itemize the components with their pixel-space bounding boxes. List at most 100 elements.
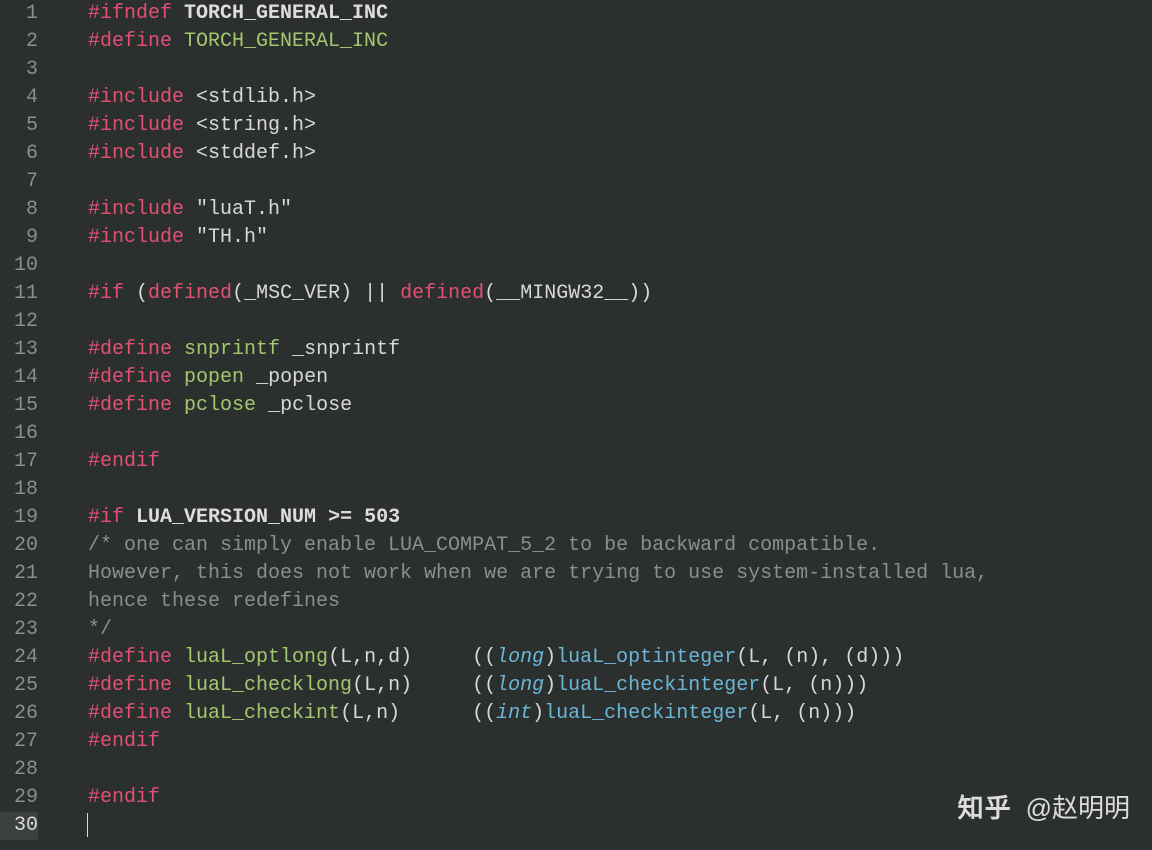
code-line[interactable]: #define popen _popen bbox=[88, 364, 1152, 392]
line-number-gutter: 1234567891011121314151617181920212223242… bbox=[0, 0, 48, 850]
code-token bbox=[388, 282, 400, 305]
line-number: 11 bbox=[0, 280, 38, 308]
code-line[interactable]: #define luaL_checklong(L,n) ((long)luaL_… bbox=[88, 672, 1152, 700]
code-token: L, (n), (d) bbox=[748, 646, 880, 669]
code-line[interactable]: */ bbox=[88, 616, 1152, 644]
code-line[interactable]: #define pclose _pclose bbox=[88, 392, 1152, 420]
code-token: ) bbox=[544, 674, 556, 697]
code-token bbox=[184, 226, 196, 249]
code-token: #if bbox=[88, 506, 124, 529]
code-token: (( bbox=[472, 674, 496, 697]
code-token: )) bbox=[628, 282, 652, 305]
code-line[interactable]: #ifndef TORCH_GENERAL_INC bbox=[88, 0, 1152, 28]
code-token: LUA_VERSION_NUM >= 503 bbox=[136, 506, 400, 529]
watermark-author: @赵明明 bbox=[1026, 794, 1130, 822]
code-line[interactable]: #if (defined(_MSC_VER) || defined(__MING… bbox=[88, 280, 1152, 308]
code-token: ( bbox=[328, 646, 340, 669]
code-token bbox=[412, 646, 472, 669]
code-line[interactable] bbox=[88, 756, 1152, 784]
code-line[interactable]: #define luaL_optlong(L,n,d) ((long)luaL_… bbox=[88, 644, 1152, 672]
code-token bbox=[400, 702, 472, 725]
code-token: (( bbox=[472, 646, 496, 669]
code-token bbox=[172, 2, 184, 25]
code-token bbox=[244, 366, 256, 389]
code-editor[interactable]: 1234567891011121314151617181920212223242… bbox=[0, 0, 1152, 850]
code-token bbox=[184, 114, 196, 137]
code-token: #include bbox=[88, 198, 184, 221]
code-line[interactable]: #if LUA_VERSION_NUM >= 503 bbox=[88, 504, 1152, 532]
code-token: #include bbox=[88, 114, 184, 137]
code-token bbox=[256, 394, 268, 417]
line-number: 27 bbox=[0, 728, 38, 756]
code-line[interactable] bbox=[88, 420, 1152, 448]
code-token: #endif bbox=[88, 786, 160, 809]
code-token: TORCH_GENERAL_INC bbox=[184, 2, 388, 25]
code-token: luaL_optinteger bbox=[556, 646, 736, 669]
line-number: 26 bbox=[0, 700, 38, 728]
code-line[interactable]: /* one can simply enable LUA_COMPAT_5_2 … bbox=[88, 532, 1152, 560]
line-number: 5 bbox=[0, 112, 38, 140]
code-token: <stddef.h> bbox=[196, 142, 316, 165]
code-token: #define bbox=[88, 674, 172, 697]
code-line[interactable]: However, this does not work when we are … bbox=[88, 560, 1152, 588]
code-token: ( bbox=[760, 674, 772, 697]
code-token: <string.h> bbox=[196, 114, 316, 137]
line-number: 15 bbox=[0, 392, 38, 420]
code-line[interactable]: #define snprintf _snprintf bbox=[88, 336, 1152, 364]
code-token: defined bbox=[148, 282, 232, 305]
code-line[interactable]: hence these redefines bbox=[88, 588, 1152, 616]
line-number: 20 bbox=[0, 532, 38, 560]
code-token: #endif bbox=[88, 450, 160, 473]
code-token: ) bbox=[340, 282, 352, 305]
code-area[interactable]: #ifndef TORCH_GENERAL_INC#define TORCH_G… bbox=[48, 0, 1152, 850]
code-line[interactable]: #include <stddef.h> bbox=[88, 140, 1152, 168]
code-token: pclose bbox=[184, 394, 256, 417]
code-token: _snprintf bbox=[292, 338, 400, 361]
code-token: #ifndef bbox=[88, 2, 172, 25]
code-token: /* one can simply enable LUA_COMPAT_5_2 … bbox=[88, 534, 880, 557]
code-token: )) bbox=[880, 646, 904, 669]
code-token: luaL_checklong bbox=[184, 674, 352, 697]
code-token bbox=[172, 702, 184, 725]
code-line[interactable]: #define TORCH_GENERAL_INC bbox=[88, 28, 1152, 56]
code-line[interactable]: #include <string.h> bbox=[88, 112, 1152, 140]
code-token bbox=[124, 282, 136, 305]
code-line[interactable] bbox=[88, 168, 1152, 196]
code-token: #if bbox=[88, 282, 124, 305]
code-token: (( bbox=[472, 702, 496, 725]
code-token: || bbox=[364, 282, 388, 305]
code-token: long bbox=[496, 674, 544, 697]
code-line[interactable]: #endif bbox=[88, 448, 1152, 476]
code-token: luaL_optlong bbox=[184, 646, 328, 669]
code-line[interactable] bbox=[88, 252, 1152, 280]
code-token: #define bbox=[88, 366, 172, 389]
code-token: L,n,d bbox=[340, 646, 400, 669]
code-line[interactable]: #endif bbox=[88, 728, 1152, 756]
line-number: 6 bbox=[0, 140, 38, 168]
code-token bbox=[280, 338, 292, 361]
code-line[interactable]: #include "TH.h" bbox=[88, 224, 1152, 252]
code-token: _popen bbox=[256, 366, 328, 389]
code-token: L, (n) bbox=[772, 674, 844, 697]
line-number: 8 bbox=[0, 196, 38, 224]
code-line[interactable] bbox=[88, 308, 1152, 336]
code-line[interactable] bbox=[88, 56, 1152, 84]
line-number: 22 bbox=[0, 588, 38, 616]
code-token: ( bbox=[340, 702, 352, 725]
code-token: ( bbox=[484, 282, 496, 305]
code-token: ) bbox=[532, 702, 544, 725]
line-number: 12 bbox=[0, 308, 38, 336]
line-number: 19 bbox=[0, 504, 38, 532]
code-line[interactable]: #define luaL_checkint(L,n) ((int)luaL_ch… bbox=[88, 700, 1152, 728]
line-number: 17 bbox=[0, 448, 38, 476]
code-token bbox=[352, 282, 364, 305]
code-line[interactable]: #include <stdlib.h> bbox=[88, 84, 1152, 112]
code-token: _pclose bbox=[268, 394, 352, 417]
code-token: #include bbox=[88, 226, 184, 249]
code-line[interactable] bbox=[88, 476, 1152, 504]
code-token: snprintf bbox=[184, 338, 280, 361]
line-number: 28 bbox=[0, 756, 38, 784]
code-line[interactable]: #include "luaT.h" bbox=[88, 196, 1152, 224]
code-token: "TH.h" bbox=[196, 226, 268, 249]
code-token: ( bbox=[748, 702, 760, 725]
